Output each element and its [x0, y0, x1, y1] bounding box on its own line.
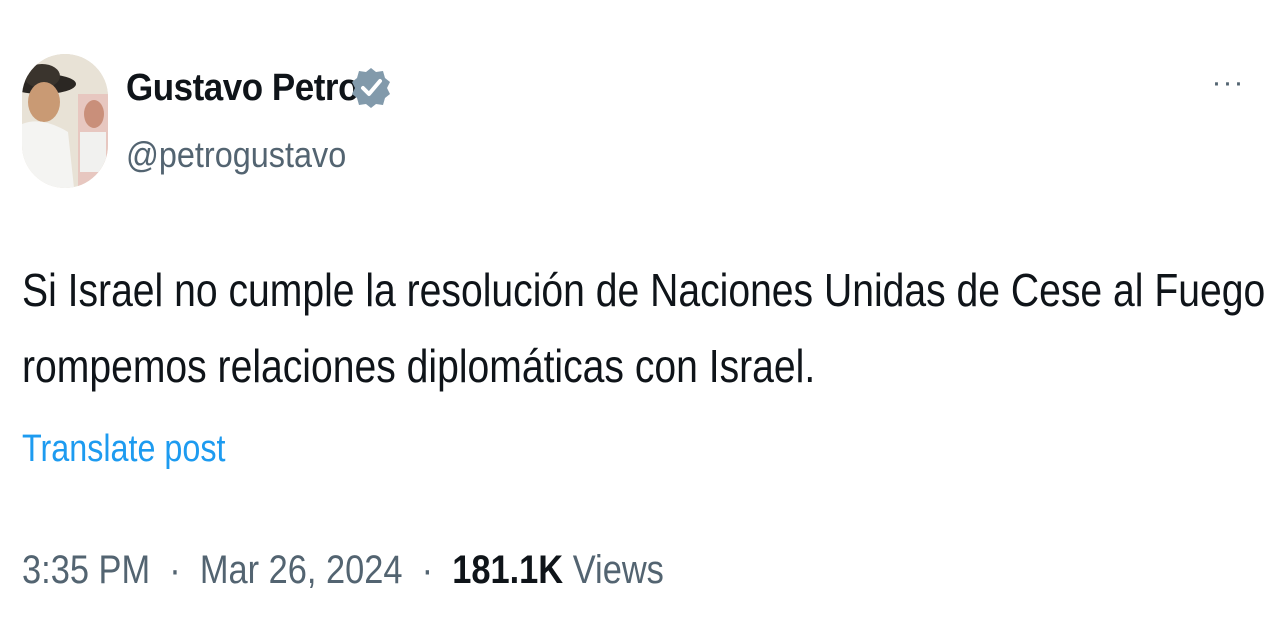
- more-horizontal-icon: ···: [1211, 66, 1245, 99]
- post-text: Si Israel no cumple la resolución de Nac…: [22, 252, 1266, 404]
- post-time[interactable]: 3:35 PM: [22, 548, 150, 592]
- post-date[interactable]: Mar 26, 2024: [200, 548, 403, 592]
- post-text-line: Si Israel no cumple la resolución de Nac…: [22, 264, 1266, 316]
- avatar[interactable]: [22, 54, 108, 188]
- author-display-name[interactable]: Gustavo Petro: [126, 67, 359, 110]
- verified-badge-icon: [352, 66, 390, 110]
- views-label: Views: [572, 548, 664, 592]
- translate-post-link[interactable]: Translate post: [22, 428, 225, 471]
- post-text-line: rompemos relaciones diplomáticas con Isr…: [22, 340, 816, 392]
- separator: ·: [159, 548, 191, 592]
- post-metadata: 3:35 PM · Mar 26, 2024 · 181.1K Views: [22, 548, 664, 593]
- views-count: 181.1K: [452, 548, 564, 592]
- tweet-card: Gustavo Petro @petrogustavo ··· Si Israe…: [0, 0, 1280, 640]
- separator: ·: [412, 548, 443, 592]
- author-handle[interactable]: @petrogustavo: [126, 134, 346, 176]
- more-options-button[interactable]: ···: [1206, 66, 1250, 100]
- author-name-row[interactable]: Gustavo Petro: [126, 62, 379, 114]
